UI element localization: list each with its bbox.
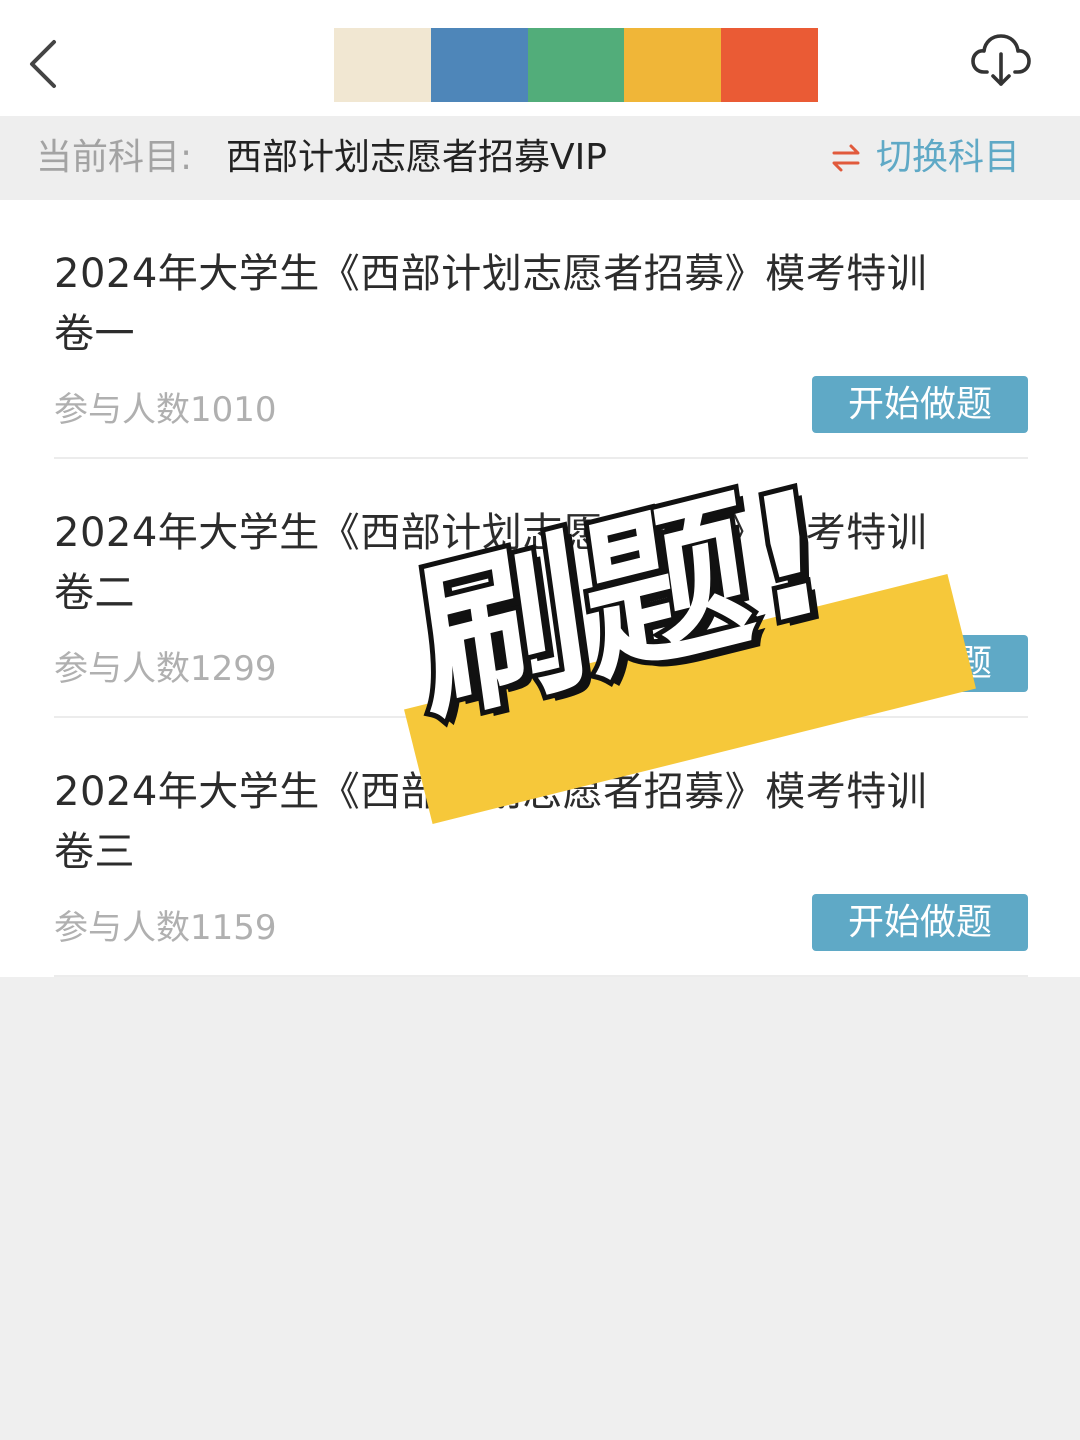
exam-title: 2024年大学生《西部计划志愿者招募》模考特训卷一 [54,251,928,357]
start-exam-button[interactable]: 开始做题 [812,894,1028,951]
start-exam-button[interactable]: 开始做题 [812,376,1028,433]
color-swatch [624,28,722,102]
participant-count: 参与人数1159 [54,908,277,948]
color-swatch [430,28,528,102]
top-bar [0,0,1080,116]
header-color-strip [334,28,818,102]
participant-count: 参与人数1010 [54,390,277,430]
subject-label: 当前科目: [36,137,193,178]
list-item: 2024年大学生《西部计划志愿者招募》模考特训卷三 参与人数1159 开始做题 [0,718,1080,977]
participant-count: 参与人数1299 [54,649,277,689]
list-item: 2024年大学生《西部计划志愿者招募》模考特训卷一 参与人数1010 开始做题 [0,200,1080,459]
divider [54,975,1028,977]
color-swatch [721,28,818,102]
start-exam-button[interactable]: 开始做题 [812,635,1028,692]
exam-title: 2024年大学生《西部计划志愿者招募》模考特训卷三 [54,769,928,875]
subject-bar: 当前科目: 西部计划志愿者招募VIP 切换科目 [0,116,1080,200]
exam-title: 2024年大学生《西部计划志愿者招募》模考特训卷二 [54,510,928,616]
chevron-left-icon [30,40,56,88]
download-button[interactable] [970,30,1032,90]
switch-subject-button[interactable]: 切换科目 [830,134,1020,182]
list-item: 2024年大学生《西部计划志愿者招募》模考特训卷二 参与人数1299 开始做题 [0,459,1080,718]
current-subject-name: 西部计划志愿者招募VIP [226,137,607,178]
switch-subject-label: 切换科目 [876,137,1021,178]
exam-list: 2024年大学生《西部计划志愿者招募》模考特训卷一 参与人数1010 开始做题 … [0,200,1080,977]
cloud-download-icon [971,34,1031,86]
swap-arrows-icon [832,144,860,172]
color-swatch [527,28,625,102]
color-swatch [334,28,431,102]
back-button[interactable] [18,32,68,96]
